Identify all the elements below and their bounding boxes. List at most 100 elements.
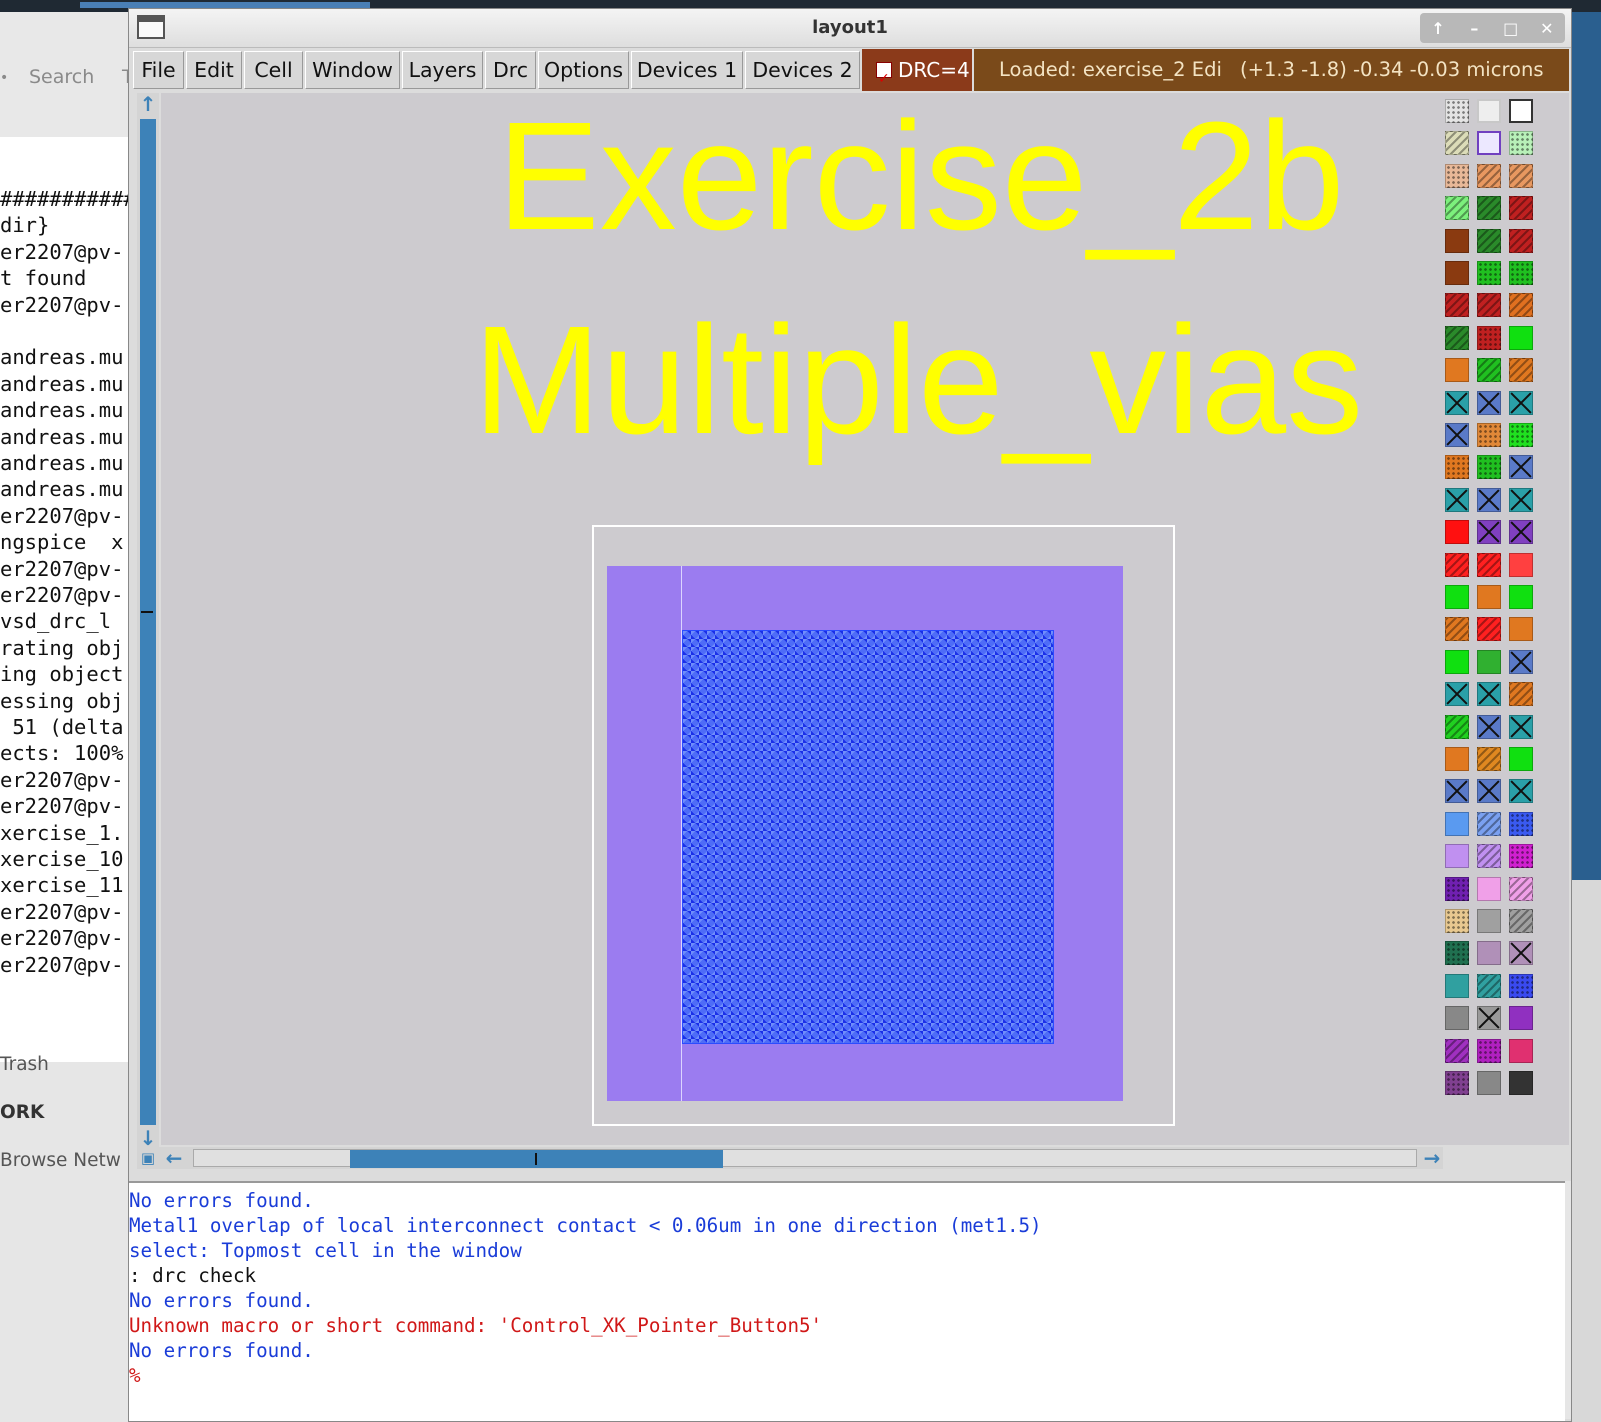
layer-swatch[interactable] bbox=[1477, 973, 1501, 998]
layout-canvas[interactable]: Exercise_2b Multiple_vias bbox=[161, 93, 1441, 1145]
layer-swatch[interactable] bbox=[1445, 99, 1469, 123]
sidebar-item-browse-network[interactable]: Browse Netw bbox=[0, 1150, 121, 1171]
layer-swatch[interactable] bbox=[1509, 714, 1533, 739]
layer-swatch[interactable] bbox=[1445, 909, 1469, 933]
layer-swatch[interactable] bbox=[1509, 390, 1533, 415]
layer-swatch[interactable] bbox=[1509, 876, 1533, 901]
maximize-icon[interactable]: □ bbox=[1499, 19, 1523, 38]
layer-swatch[interactable] bbox=[1445, 1071, 1469, 1095]
menu-cell[interactable]: Cell bbox=[244, 51, 303, 89]
layer-swatch[interactable] bbox=[1477, 325, 1501, 350]
layer-swatch[interactable] bbox=[1445, 390, 1469, 415]
layer-swatch[interactable] bbox=[1509, 131, 1533, 156]
layer-swatch[interactable] bbox=[1509, 844, 1533, 869]
layer-swatch[interactable] bbox=[1445, 423, 1469, 447]
layer-swatch[interactable] bbox=[1509, 585, 1533, 609]
layer-swatch[interactable] bbox=[1477, 909, 1501, 933]
layer-swatch[interactable] bbox=[1445, 455, 1469, 480]
zoom-box-icon[interactable]: ▣ bbox=[137, 1147, 159, 1169]
layer-swatch[interactable] bbox=[1477, 358, 1501, 383]
layer-swatch[interactable] bbox=[1509, 811, 1533, 836]
layer-swatch[interactable] bbox=[1445, 228, 1469, 253]
layer-swatch[interactable] bbox=[1445, 585, 1469, 609]
layer-swatch[interactable] bbox=[1477, 747, 1501, 771]
layer-swatch[interactable] bbox=[1477, 131, 1501, 156]
layer-swatch[interactable] bbox=[1477, 941, 1501, 966]
layer-swatch[interactable] bbox=[1509, 1038, 1533, 1063]
layer-swatch[interactable] bbox=[1477, 649, 1501, 674]
layer-swatch[interactable] bbox=[1509, 293, 1533, 318]
menu-file[interactable]: File bbox=[133, 51, 184, 89]
layer-swatch[interactable] bbox=[1445, 617, 1469, 642]
layer-swatch[interactable] bbox=[1445, 293, 1469, 318]
layer-swatch[interactable] bbox=[1445, 163, 1469, 188]
layer-swatch[interactable] bbox=[1445, 1006, 1469, 1031]
layer-swatch[interactable] bbox=[1445, 811, 1469, 836]
layer-swatch[interactable] bbox=[1445, 196, 1469, 221]
close-icon[interactable]: ✕ bbox=[1535, 19, 1559, 38]
layer-swatch[interactable] bbox=[1509, 261, 1533, 285]
layer-swatch[interactable] bbox=[1445, 844, 1469, 869]
file-manager-search-label[interactable]: Search bbox=[29, 66, 94, 88]
layer-swatch[interactable] bbox=[1509, 747, 1533, 771]
layer-swatch[interactable] bbox=[1477, 261, 1501, 285]
scroll-down-icon[interactable]: ↓ bbox=[137, 1127, 159, 1149]
layer-swatch[interactable] bbox=[1477, 423, 1501, 447]
menu-devices-2[interactable]: Devices 2 bbox=[745, 51, 860, 89]
layer-swatch[interactable] bbox=[1477, 779, 1501, 804]
minimize-icon[interactable]: – bbox=[1462, 19, 1486, 38]
layer-swatch[interactable] bbox=[1445, 325, 1469, 350]
drc-toggle[interactable]: DRC=4 bbox=[862, 49, 972, 100]
layer-swatch[interactable] bbox=[1477, 293, 1501, 318]
layer-swatch[interactable] bbox=[1477, 520, 1501, 545]
layer-swatch[interactable] bbox=[1509, 163, 1533, 188]
layer-swatch[interactable] bbox=[1445, 552, 1469, 577]
layer-swatch[interactable] bbox=[1477, 390, 1501, 415]
horizontal-scrollbar[interactable]: ▣ ← → bbox=[137, 1147, 1443, 1169]
layer-swatch[interactable] bbox=[1445, 876, 1469, 901]
terminal-window[interactable]: ############ dir} er2207@pv-t found er2207@… bbox=[0, 137, 148, 1063]
layer-swatch[interactable] bbox=[1509, 779, 1533, 804]
layer-swatch[interactable] bbox=[1509, 358, 1533, 383]
via-array[interactable] bbox=[682, 630, 1054, 1044]
layer-swatch[interactable] bbox=[1445, 779, 1469, 804]
layer-swatch[interactable] bbox=[1445, 261, 1469, 285]
layer-swatch[interactable] bbox=[1477, 714, 1501, 739]
layer-swatch[interactable] bbox=[1509, 682, 1533, 707]
layer-swatch[interactable] bbox=[1509, 487, 1533, 512]
layer-swatch[interactable] bbox=[1445, 131, 1469, 156]
layer-swatch[interactable] bbox=[1477, 552, 1501, 577]
layer-swatch[interactable] bbox=[1509, 196, 1533, 221]
layer-swatch[interactable] bbox=[1509, 973, 1533, 998]
layer-swatch[interactable] bbox=[1445, 941, 1469, 966]
layer-swatch[interactable] bbox=[1477, 196, 1501, 221]
layer-swatch[interactable] bbox=[1477, 682, 1501, 707]
console-scrollbar[interactable] bbox=[1565, 1181, 1571, 1419]
menu-edit[interactable]: Edit bbox=[186, 51, 242, 89]
layer-swatch[interactable] bbox=[1445, 1038, 1469, 1063]
layer-swatch[interactable] bbox=[1509, 1006, 1533, 1031]
layer-swatch[interactable] bbox=[1509, 909, 1533, 933]
layer-swatch[interactable] bbox=[1445, 520, 1469, 545]
layer-swatch[interactable] bbox=[1509, 649, 1533, 674]
layer-swatch[interactable] bbox=[1477, 811, 1501, 836]
scroll-right-icon[interactable]: → bbox=[1421, 1147, 1443, 1169]
layer-swatch[interactable] bbox=[1477, 617, 1501, 642]
layer-swatch[interactable] bbox=[1445, 682, 1469, 707]
layer-swatch[interactable] bbox=[1477, 455, 1501, 480]
menu-options[interactable]: Options bbox=[538, 51, 629, 89]
metal1-left-strip[interactable] bbox=[607, 566, 682, 1101]
menu-drc[interactable]: Drc bbox=[485, 51, 536, 89]
layer-swatch[interactable] bbox=[1509, 617, 1533, 642]
layer-swatch[interactable] bbox=[1509, 552, 1533, 577]
title-bar[interactable]: layout1 ↑ – □ ✕ bbox=[129, 9, 1571, 48]
sidebar-item-trash[interactable]: Trash bbox=[0, 1054, 49, 1075]
command-console[interactable]: No errors found. Metal1 overlap of local … bbox=[129, 1181, 1565, 1421]
layer-swatch[interactable] bbox=[1509, 455, 1533, 480]
menu-devices-1[interactable]: Devices 1 bbox=[631, 51, 743, 89]
layer-swatch[interactable] bbox=[1509, 325, 1533, 350]
scroll-left-icon[interactable]: ← bbox=[163, 1147, 185, 1169]
layer-swatch[interactable] bbox=[1509, 99, 1533, 123]
layer-swatch[interactable] bbox=[1509, 228, 1533, 253]
layer-swatch[interactable] bbox=[1509, 520, 1533, 545]
